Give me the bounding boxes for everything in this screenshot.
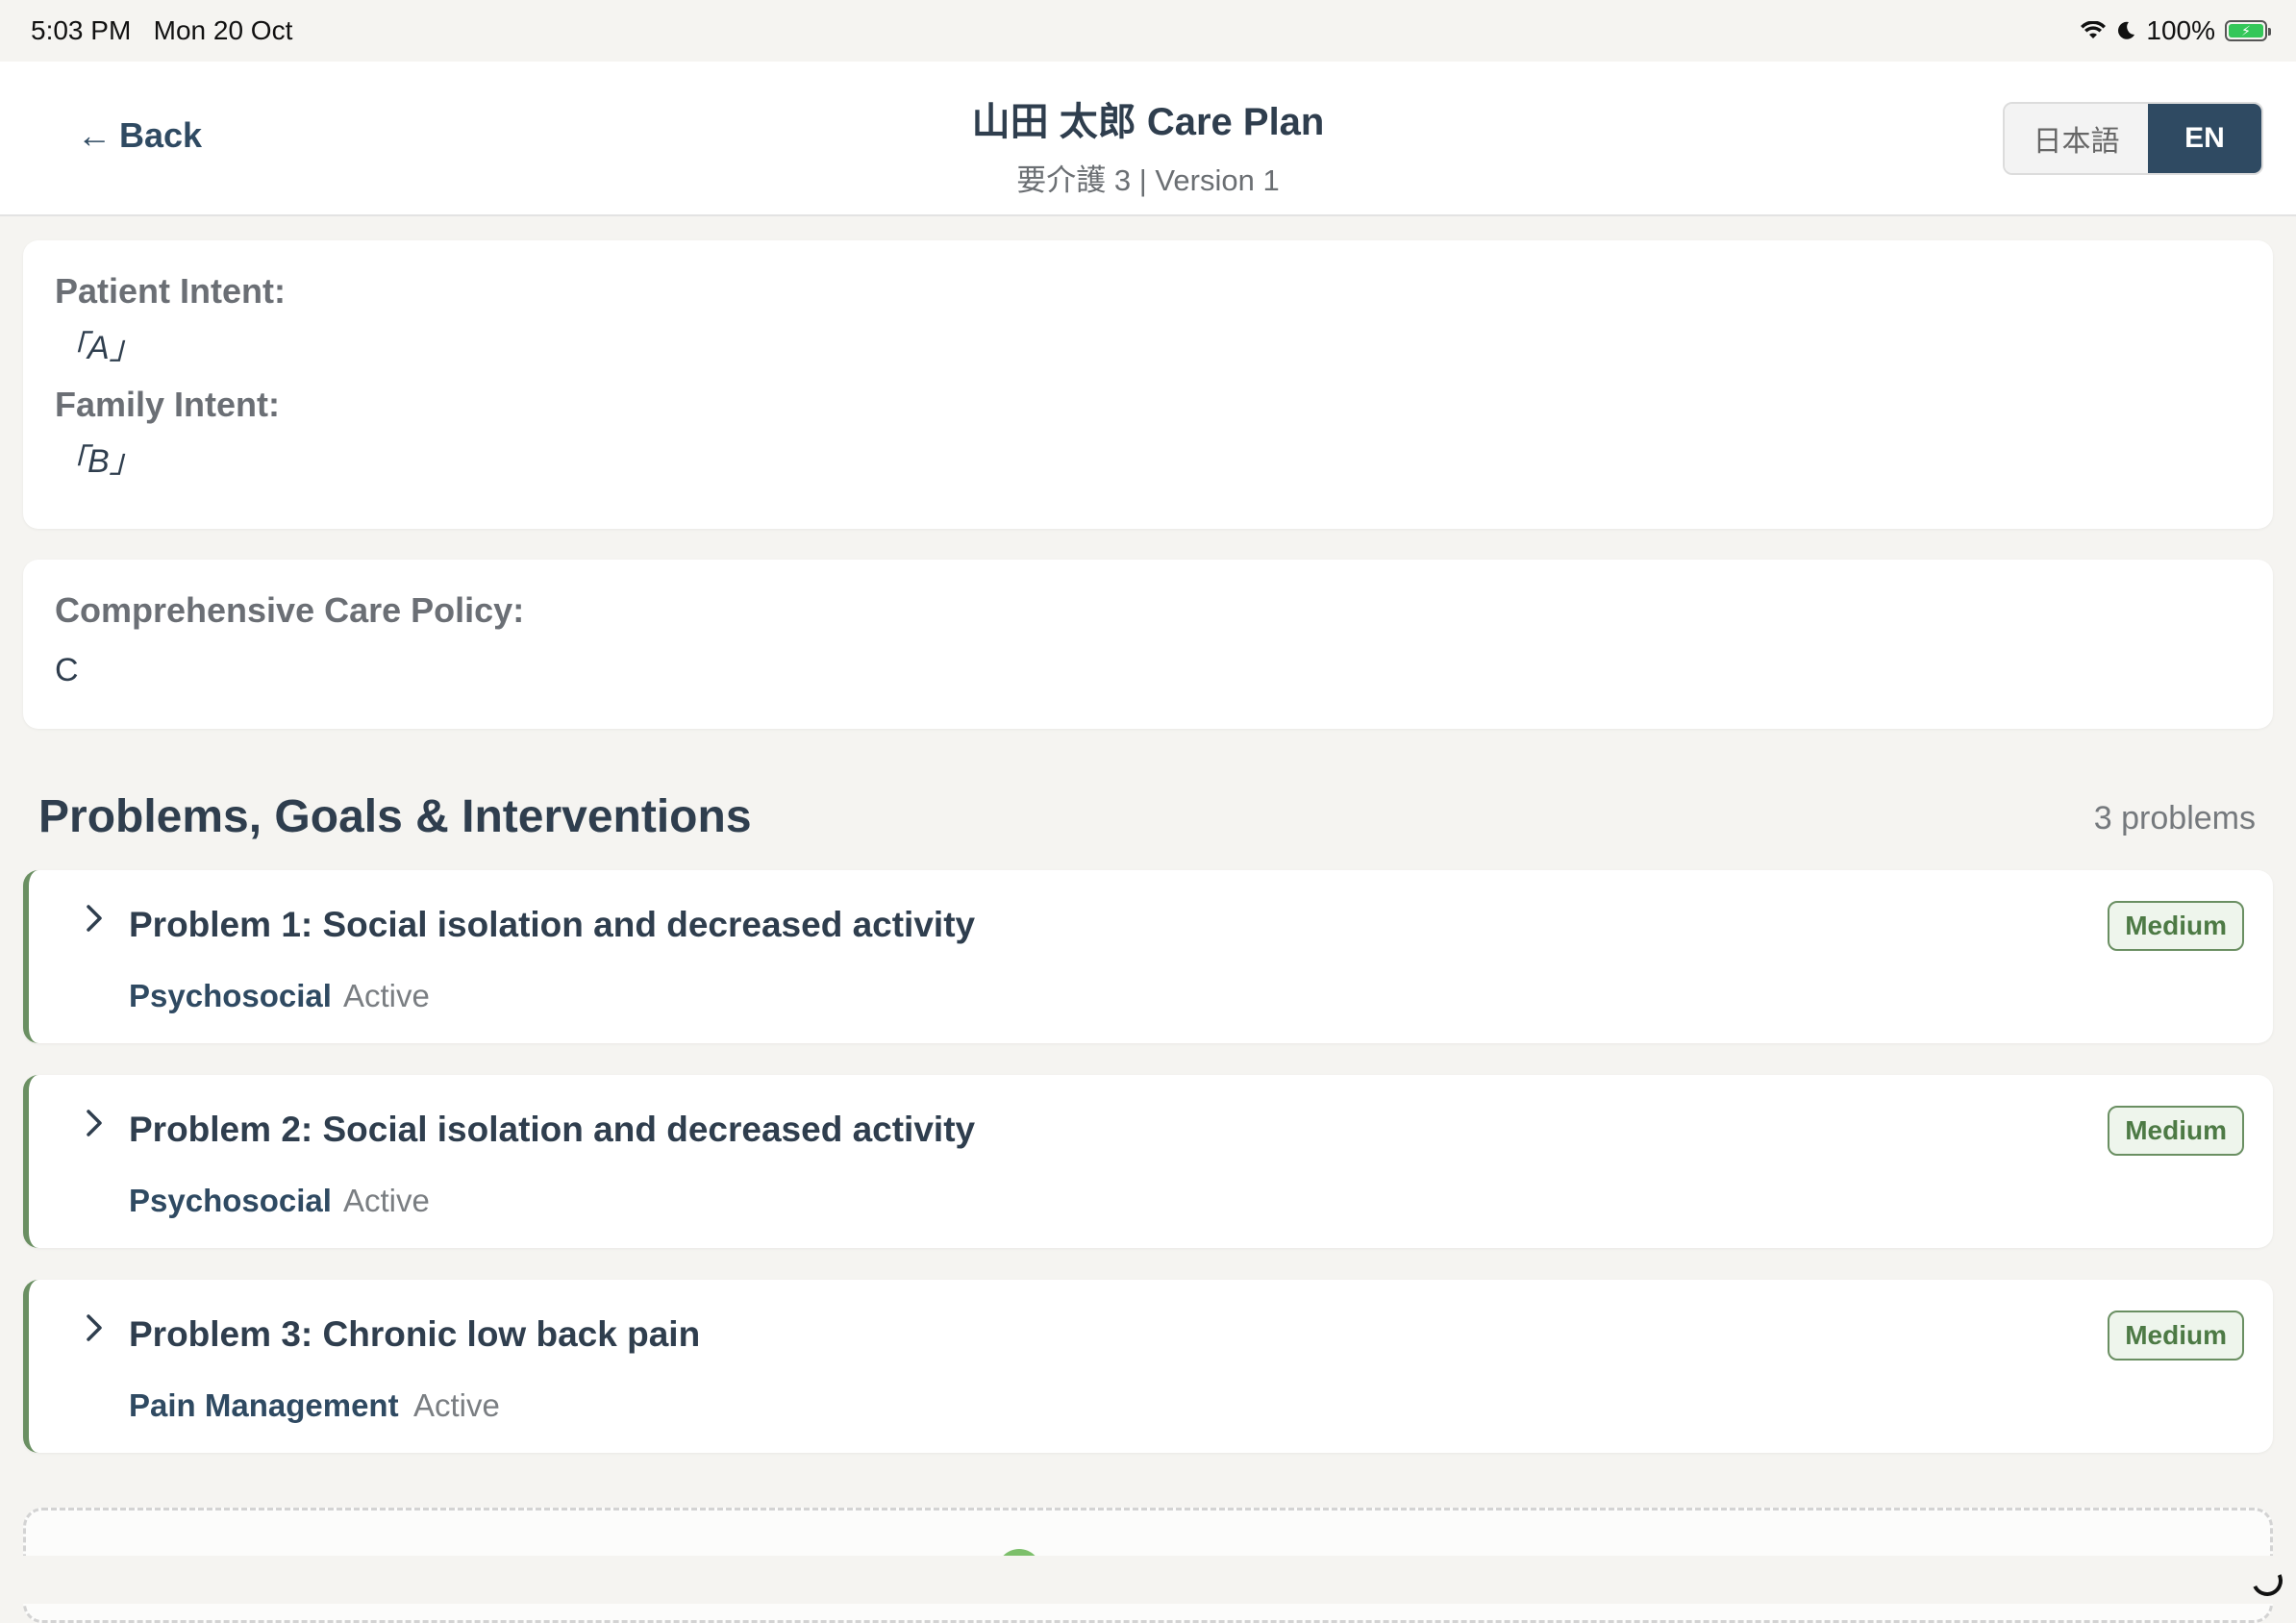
language-option-english[interactable]: EN <box>2148 104 2261 173</box>
problem-card[interactable]: Problem 3: Chronic low back pain Pain Ma… <box>23 1280 2273 1453</box>
problem-title: Problem 1: Social isolation and decrease… <box>129 905 976 944</box>
battery-percentage: 100% <box>2146 15 2215 45</box>
patient-intent-label: Patient Intent: <box>55 271 286 311</box>
language-toggle: 日本語 EN <box>2003 102 2263 175</box>
problem-category: Psychosocial <box>129 1183 332 1218</box>
language-option-japanese[interactable]: 日本語 <box>2005 104 2148 173</box>
problem-category: Psychosocial <box>129 978 332 1013</box>
problem-status: Active <box>413 1387 500 1423</box>
problem-category: Pain Management <box>129 1387 399 1423</box>
problem-status: Active <box>343 978 430 1013</box>
chevron-right-icon[interactable] <box>75 1104 113 1142</box>
wifi-icon <box>2081 21 2107 38</box>
problem-count: 3 problems <box>2093 800 2256 836</box>
battery-charging-icon: ⚡ <box>2225 20 2271 41</box>
chevron-right-icon[interactable] <box>75 1309 113 1347</box>
status-time: 5:03 PM <box>31 15 132 45</box>
intent-card: Patient Intent: 「A」 Family Intent: 「B」 <box>23 240 2273 529</box>
status-date: Mon 20 Oct <box>153 15 293 45</box>
family-intent-value: 「B」 <box>55 443 142 480</box>
problem-card[interactable]: Problem 2: Social isolation and decrease… <box>23 1075 2273 1248</box>
care-policy-label: Comprehensive Care Policy: <box>55 590 525 630</box>
status-bar: 5:03 PM Mon 20 Oct 100% ⚡ <box>0 0 2296 62</box>
section-title: Problems, Goals & Interventions <box>38 791 752 842</box>
page-subtitle: 要介護 3 | Version 1 <box>1016 163 1280 197</box>
priority-badge: Medium <box>2108 1311 2244 1361</box>
status-time-date: 5:03 PM Mon 20 Oct <box>31 15 292 46</box>
problem-title: Problem 2: Social isolation and decrease… <box>129 1110 976 1149</box>
bottom-strip <box>0 1556 2296 1604</box>
problem-card[interactable]: Problem 1: Social isolation and decrease… <box>23 870 2273 1043</box>
priority-badge: Medium <box>2108 901 2244 951</box>
family-intent-label: Family Intent: <box>55 385 281 424</box>
problem-title: Problem 3: Chronic low back pain <box>129 1314 701 1354</box>
title-block: 山田 太郎 Care Plan 要介護 3 | Version 1 <box>0 90 2296 199</box>
problem-status: Active <box>343 1183 430 1218</box>
chevron-right-icon[interactable] <box>75 899 113 937</box>
page-title: 山田 太郎 Care Plan <box>971 101 1325 143</box>
header: ← Back 山田 太郎 Care Plan 要介護 3 | Version 1… <box>0 62 2296 216</box>
patient-intent-value: 「A」 <box>55 330 142 366</box>
moon-icon <box>2118 21 2135 39</box>
care-policy-value: C <box>55 652 79 688</box>
status-indicators: 100% ⚡ <box>2081 15 2271 46</box>
care-policy-card: Comprehensive Care Policy: C <box>23 560 2273 729</box>
priority-badge: Medium <box>2108 1106 2244 1156</box>
